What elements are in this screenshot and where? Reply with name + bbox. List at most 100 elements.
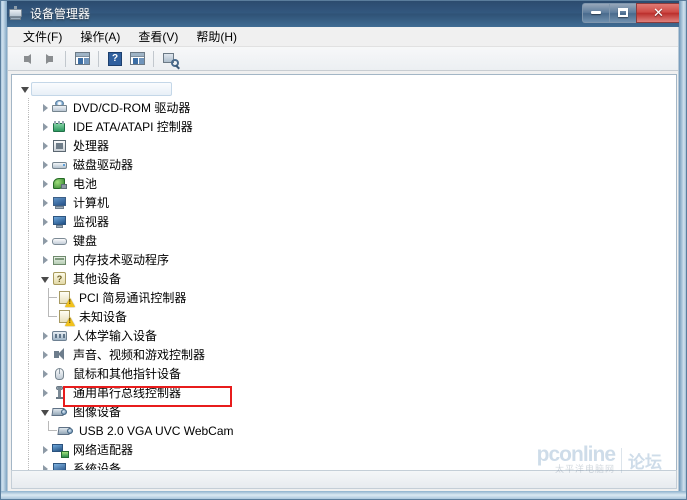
tree-connector	[48, 307, 57, 326]
expander[interactable]	[38, 174, 52, 193]
tree-item-label: 键盘	[73, 234, 98, 248]
chevron-right-icon	[42, 331, 48, 340]
device-manager-window: 设备管理器 ✕ 文件(F) 操作(A) 查看(V) 帮助(H) ? DVD/CD…	[0, 0, 687, 500]
help-button[interactable]: ?	[104, 49, 126, 69]
expander[interactable]	[38, 364, 52, 383]
keyboard-icon	[52, 233, 68, 249]
tree-item-monitors[interactable]: 监视器	[12, 212, 676, 231]
warning-device-icon: !	[58, 309, 75, 326]
menu-view[interactable]: 查看(V)	[129, 27, 187, 47]
tree-item-batteries[interactable]: 电池	[12, 174, 676, 193]
chevron-right-icon	[42, 160, 48, 169]
expander[interactable]	[38, 269, 52, 288]
chevron-right-icon	[42, 236, 48, 245]
menu-action[interactable]: 操作(A)	[71, 27, 129, 47]
battery-icon	[52, 176, 68, 192]
warning-device-icon: !	[58, 290, 75, 307]
tree-item-mice[interactable]: 鼠标和其他指针设备	[12, 364, 676, 383]
tree-item-unknown-device[interactable]: ! 未知设备	[12, 307, 676, 326]
maximize-icon	[618, 8, 628, 17]
window-controls: ✕	[582, 2, 681, 23]
tree-item-ide-controller[interactable]: IDE ATA/ATAPI 控制器	[12, 117, 676, 136]
chevron-right-icon	[42, 350, 48, 359]
expander[interactable]	[38, 155, 52, 174]
question-mark-icon: ?	[108, 51, 122, 66]
root-expander[interactable]	[18, 79, 32, 98]
menu-file[interactable]: 文件(F)	[14, 27, 71, 47]
tree-item-label: 电池	[73, 177, 98, 191]
expander[interactable]	[38, 231, 52, 250]
tree-item-imaging-devices[interactable]: 图像设备	[12, 402, 676, 421]
expander[interactable]	[38, 440, 52, 459]
chevron-right-icon	[42, 255, 48, 264]
tree-connector	[48, 421, 57, 440]
expander[interactable]	[38, 326, 52, 345]
tree-item-label: DVD/CD-ROM 驱动器	[73, 101, 191, 115]
tree-item-hid[interactable]: 人体学输入设备	[12, 326, 676, 345]
chevron-right-icon	[42, 122, 48, 131]
other-devices-icon: ?	[52, 271, 68, 287]
expander[interactable]	[38, 98, 52, 117]
back-button[interactable]	[16, 49, 38, 69]
expander[interactable]	[38, 250, 52, 269]
device-tree-panel[interactable]: J7COAKQI9CTLTW1 DVD/CD-ROM 驱动器	[11, 74, 677, 480]
maximize-button[interactable]	[609, 2, 636, 23]
tree-item-label: 人体学输入设备	[73, 329, 158, 343]
window-border-right	[679, 0, 687, 500]
tree-item-disk-drives[interactable]: 磁盘驱动器	[12, 155, 676, 174]
tree-item-other-devices[interactable]: ? 其他设备	[12, 269, 676, 288]
processor-icon	[52, 138, 68, 154]
menu-help[interactable]: 帮助(H)	[187, 27, 246, 47]
tree-item-network-adapters[interactable]: 网络适配器	[12, 440, 676, 459]
window-border-bottom	[0, 491, 687, 500]
close-button[interactable]: ✕	[636, 2, 681, 23]
usb-controller-icon	[52, 385, 68, 401]
update-driver-button[interactable]	[126, 49, 148, 69]
expander[interactable]	[38, 117, 52, 136]
memory-technology-icon	[52, 252, 68, 268]
window-titlebar[interactable]: 设备管理器 ✕	[0, 0, 687, 27]
tree-item-usb-controllers[interactable]: 通用串行总线控制器	[12, 383, 676, 402]
expander[interactable]	[38, 193, 52, 212]
toolbar-separator	[65, 50, 66, 67]
forward-button[interactable]	[38, 49, 60, 69]
tree-item-computer[interactable]: 计算机	[12, 193, 676, 212]
chevron-right-icon	[42, 103, 48, 112]
window-title: 设备管理器	[30, 7, 91, 21]
tree-item-label: 鼠标和其他指针设备	[73, 367, 182, 381]
expander[interactable]	[38, 383, 52, 402]
expander[interactable]	[38, 345, 52, 364]
tree-item-label: 声音、视频和游戏控制器	[73, 348, 206, 362]
desktop-backdrop: 设备管理器 ✕ 文件(F) 操作(A) 查看(V) 帮助(H) ? DVD/CD…	[0, 0, 687, 500]
status-bar	[11, 470, 677, 489]
scan-magnifier-icon	[162, 52, 180, 69]
tree-item-keyboards[interactable]: 键盘	[12, 231, 676, 250]
tree-item-label: 磁盘驱动器	[73, 158, 134, 172]
properties-button[interactable]	[71, 49, 93, 69]
chevron-right-icon	[42, 388, 48, 397]
imaging-device-icon	[51, 404, 68, 420]
toolbar-separator	[98, 50, 99, 67]
tree-item-processor[interactable]: 处理器	[12, 136, 676, 155]
tree-item-label: IDE ATA/ATAPI 控制器	[73, 120, 193, 134]
window-client-area: 文件(F) 操作(A) 查看(V) 帮助(H) ? DVD/CD-ROM 驱动器…	[7, 27, 679, 491]
expander[interactable]	[38, 136, 52, 155]
tree-item-memory-technology[interactable]: 内存技术驱动程序	[12, 250, 676, 269]
expander[interactable]	[38, 402, 52, 421]
tree-item-label: 内存技术驱动程序	[73, 253, 170, 267]
sound-video-game-icon	[52, 347, 68, 363]
webcam-icon	[57, 423, 74, 439]
tree-item-root[interactable]: J7COAKQI9CTLTW1	[12, 79, 676, 98]
computer-icon	[52, 195, 68, 211]
selection-highlight	[31, 81, 173, 96]
tree-item-usb-webcam[interactable]: USB 2.0 VGA UVC WebCam	[12, 421, 676, 440]
expander[interactable]	[38, 212, 52, 231]
scan-hardware-button[interactable]	[159, 49, 181, 69]
tree-item-dvd-cdrom[interactable]: DVD/CD-ROM 驱动器	[12, 98, 676, 117]
tree-item-pci-simple-comms[interactable]: ! PCI 简易通讯控制器	[12, 288, 676, 307]
tree-item-sound-video-game[interactable]: 声音、视频和游戏控制器	[12, 345, 676, 364]
monitor-icon	[52, 214, 68, 230]
arrow-right-icon	[45, 53, 53, 64]
minimize-button[interactable]	[582, 2, 609, 23]
device-tree: J7COAKQI9CTLTW1 DVD/CD-ROM 驱动器	[12, 75, 676, 479]
